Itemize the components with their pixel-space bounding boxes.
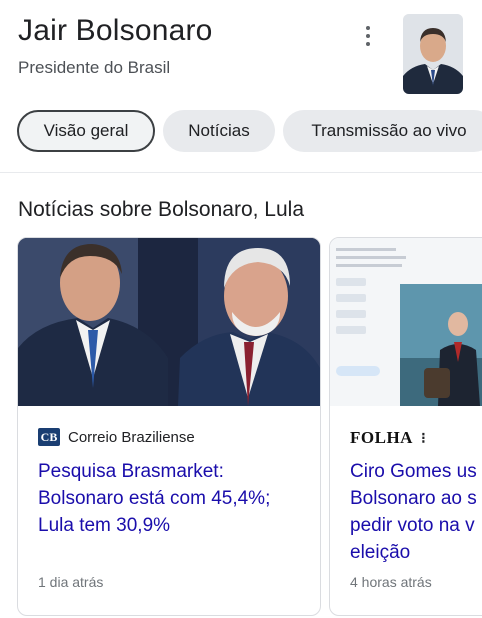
headline-line: Bolsonaro está com 45,4%;: [38, 488, 271, 509]
headline-line: Lula tem 30,9%: [38, 515, 171, 536]
headline-line: eleição: [350, 542, 411, 563]
tab-transmissao-ao-vivo[interactable]: Transmissão ao vivo: [283, 110, 482, 152]
folha-logo-icon: FOLHA: [350, 428, 413, 447]
folha-logo-mark: ⁝: [420, 430, 426, 447]
news-thumbnail[interactable]: [18, 238, 320, 406]
source-logo-icon: CB: [38, 428, 60, 446]
entity-subtitle: Presidente do Brasil: [18, 58, 171, 77]
tab-visao-geral[interactable]: Visão geral: [17, 110, 155, 152]
news-card[interactable]: FOLHA ⁝ Ciro Gomes us Bolsonaro ao s ped…: [329, 237, 482, 616]
news-thumbnail[interactable]: [330, 238, 482, 406]
tab-noticias[interactable]: Notícias: [163, 110, 275, 152]
news-section-title: Notícias sobre Bolsonaro, Lula: [18, 198, 304, 221]
headline-line: Bolsonaro ao s: [350, 488, 477, 509]
source-name: Correio Braziliense: [68, 428, 195, 446]
news-headline[interactable]: Ciro Gomes us Bolsonaro ao s pedir voto …: [350, 458, 477, 566]
news-source[interactable]: CB Correio Braziliense: [38, 428, 195, 446]
news-headline[interactable]: Pesquisa Brasmarket: Bolsonaro está com …: [38, 458, 270, 539]
headline-line: Ciro Gomes us: [350, 461, 477, 482]
headline-line: pedir voto na v: [350, 515, 475, 536]
news-card[interactable]: CB Correio Braziliense Pesquisa Brasmark…: [17, 237, 321, 616]
headline-line: Pesquisa Brasmarket:: [38, 461, 224, 482]
entity-title: Jair Bolsonaro: [18, 14, 213, 47]
news-source[interactable]: FOLHA ⁝: [350, 428, 426, 448]
tab-bar: Visão geral Notícias Transmissão ao vivo: [0, 110, 482, 154]
knowledge-panel-header: Jair Bolsonaro Presidente do Brasil: [0, 0, 482, 110]
more-options-icon[interactable]: [356, 22, 380, 50]
entity-photo[interactable]: [403, 14, 463, 94]
news-timestamp: 1 dia atrás: [38, 574, 104, 590]
news-timestamp: 4 horas atrás: [350, 574, 432, 590]
section-divider: [0, 172, 482, 173]
